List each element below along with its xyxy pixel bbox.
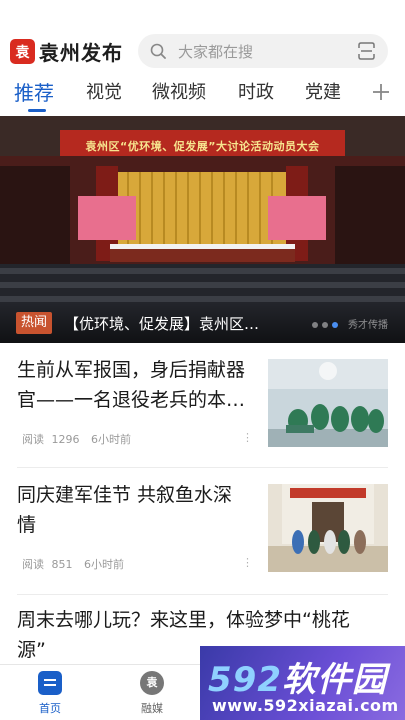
scan-icon[interactable] xyxy=(357,42,376,60)
publish-time: 6小时前 xyxy=(84,558,124,571)
tab-micro-video[interactable]: 微视频 xyxy=(152,78,206,104)
search-bar[interactable]: 大家都在搜 xyxy=(138,34,388,68)
watermark-url: www.592xiazai.com xyxy=(212,696,399,715)
publish-time: 6小时前 xyxy=(91,433,131,446)
search-icon xyxy=(150,43,166,59)
read-label: 阅读 xyxy=(22,558,44,571)
nav-home[interactable]: 首页 xyxy=(25,671,75,716)
stage-banner-text: 袁州区“优环境、促发展”大讨论活动动员大会 xyxy=(85,140,320,153)
image-watermark: 秀才传播 xyxy=(348,320,388,331)
news-title-line: 同庆建军佳节 共叙鱼水深 xyxy=(17,484,233,506)
carousel-dots xyxy=(312,322,338,328)
more-options-icon[interactable]: ⋮ xyxy=(242,431,253,444)
tab-visual[interactable]: 视觉 xyxy=(86,78,122,104)
news-meta: 阅读 1296 6小时前 xyxy=(22,431,131,447)
app-header: 袁 袁州发布 大家都在搜 xyxy=(0,0,405,72)
news-title: 生前从军报国，身后捐献器 官——一名退役老兵的本… xyxy=(17,355,257,415)
app-title: 袁州发布 xyxy=(39,41,123,65)
news-meta: 阅读 851 6小时前 xyxy=(22,556,124,572)
tab-politics[interactable]: 时政 xyxy=(238,78,274,104)
home-icon xyxy=(38,671,62,695)
app-logo-mark: 袁 xyxy=(10,39,35,64)
nav-media-label: 融媒 xyxy=(141,702,163,715)
active-tab-indicator xyxy=(28,109,46,112)
news-title-line: 周末去哪儿玩？来这里，体验梦中“桃花 xyxy=(17,609,350,631)
banner-caption[interactable]: 【优环境、促发展】袁州区… xyxy=(64,313,259,334)
list-item[interactable]: 生前从军报国，身后捐献器 官——一名退役老兵的本… 阅读 1296 6小时前 ⋮ xyxy=(0,343,405,467)
news-thumbnail xyxy=(268,359,388,447)
more-options-icon[interactable]: ⋮ xyxy=(242,556,253,569)
watermark-name: 软件园 xyxy=(281,660,387,700)
watermark-number: 592 xyxy=(208,660,282,700)
nav-home-label: 首页 xyxy=(39,702,61,715)
headline-carousel[interactable]: 袁州区“优环境、促发展”大讨论活动动员大会 热闻 【优环境、促发展】袁州区… 秀… xyxy=(0,116,405,343)
search-placeholder: 大家都在搜 xyxy=(178,43,254,61)
read-count: 851 xyxy=(51,558,73,571)
carousel-dot-active[interactable] xyxy=(332,322,338,328)
carousel-dot[interactable] xyxy=(322,322,328,328)
read-count: 1296 xyxy=(51,433,80,446)
media-icon: 袁 xyxy=(140,671,164,695)
news-thumbnail xyxy=(268,484,388,572)
hot-badge: 热闻 xyxy=(16,312,53,334)
read-label: 阅读 xyxy=(22,433,44,446)
site-watermark: 592软件园 www.592xiazai.com xyxy=(200,646,405,720)
news-title-line: 官——一名退役老兵的本… xyxy=(17,389,246,411)
channel-tabs: 推荐 视觉 微视频 时政 党建 xyxy=(0,72,405,116)
watermark-logo: 592软件园 xyxy=(208,652,387,701)
news-title: 同庆建军佳节 共叙鱼水深 情 xyxy=(17,480,257,540)
list-item[interactable]: 同庆建军佳节 共叙鱼水深 情 阅读 851 6小时前 ⋮ xyxy=(0,468,405,594)
tab-party[interactable]: 党建 xyxy=(305,78,341,104)
app-logo[interactable]: 袁 袁州发布 xyxy=(10,37,123,66)
news-title-line: 生前从军报国，身后捐献器 xyxy=(17,359,246,381)
add-channel-icon[interactable] xyxy=(371,82,391,102)
tab-recommend[interactable]: 推荐 xyxy=(14,77,54,106)
news-title-line: 情 xyxy=(17,514,37,536)
carousel-dot[interactable] xyxy=(312,322,318,328)
nav-media[interactable]: 袁 融媒 xyxy=(127,671,177,716)
